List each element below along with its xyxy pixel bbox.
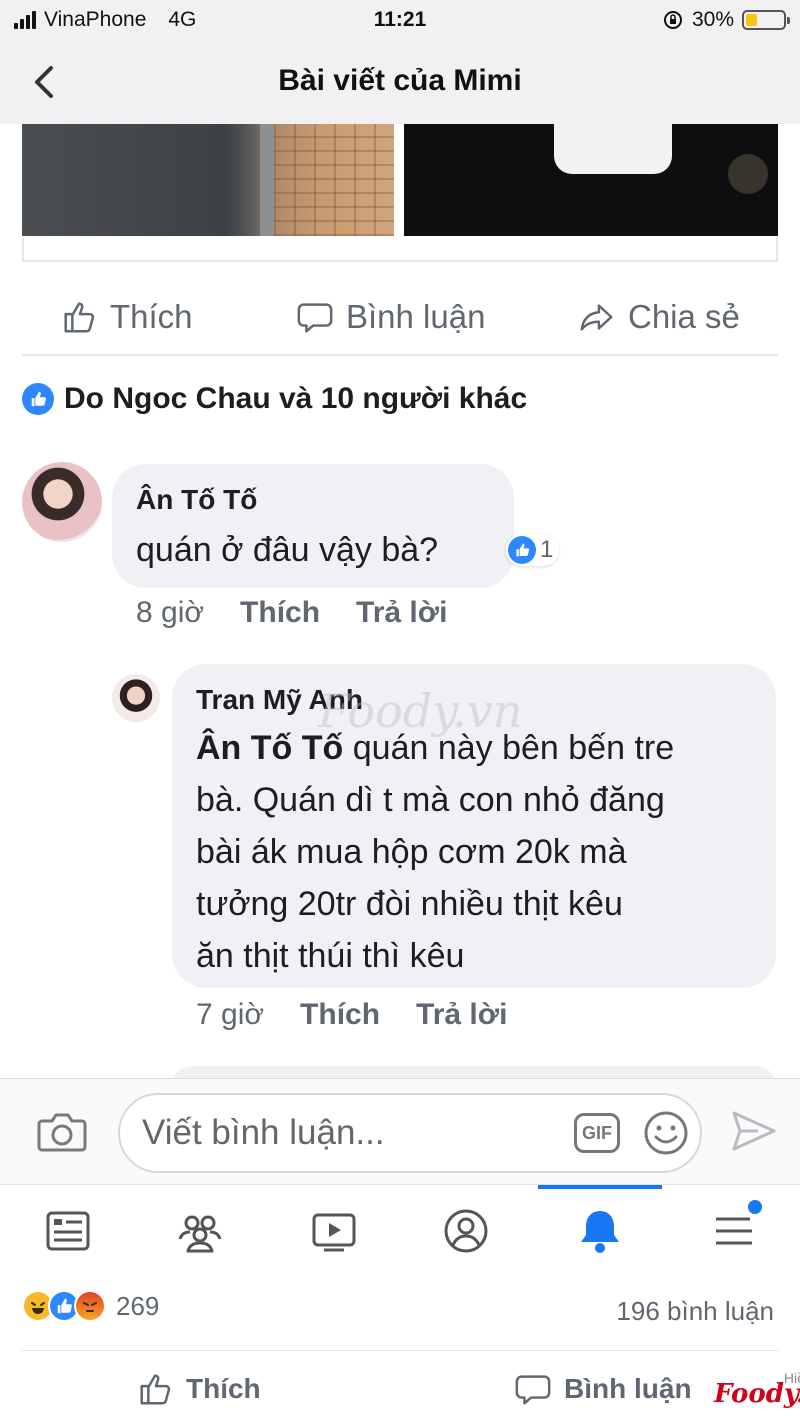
watermark: Foody.vn [318, 684, 523, 738]
tab-watch[interactable] [302, 1199, 366, 1263]
bottom-comment-label: Bình luận [564, 1373, 692, 1404]
bottom-tab-bar [0, 1184, 800, 1276]
post-photo-road[interactable] [22, 124, 394, 236]
post-photo-dark[interactable] [404, 124, 778, 236]
likes-summary[interactable]: Do Ngoc Chau và 10 người khác [22, 382, 527, 416]
reply-time: 7 giờ [196, 998, 265, 1031]
reply-like-button[interactable]: Thích [300, 998, 380, 1032]
comment-input-placeholder: Viết bình luận... [142, 1113, 385, 1152]
reply-text: Ân Tố Tố quán này bên bến tre bà. Quán d… [196, 722, 766, 982]
like-button[interactable]: Thích [60, 298, 193, 336]
comment-like-button[interactable]: Thích [240, 596, 320, 630]
comment-label: Bình luận [346, 298, 486, 335]
gif-button[interactable]: GIF [574, 1113, 620, 1153]
news-feed-icon [46, 1211, 90, 1251]
camera-icon[interactable] [36, 1107, 88, 1155]
reply-line-3: bài ák mua hộp cơm 20k mà [196, 833, 627, 871]
navigation-header: Bài viết của Mimi [0, 40, 800, 124]
page-title: Bài viết của Mimi [278, 64, 522, 97]
comment-reply-button[interactable]: Trả lời [356, 596, 447, 630]
comments-count[interactable]: 196 bình luận [616, 1296, 774, 1327]
like-reaction-icon [508, 536, 536, 564]
reaction-count-number: 1 [540, 536, 554, 563]
battery-percent: 30% [691, 8, 734, 31]
foody-logo: Foody.vn [714, 1379, 800, 1409]
thumbs-up-icon [64, 302, 95, 333]
bottom-comment-button[interactable]: Bình luận [514, 1370, 692, 1408]
reactions-summary[interactable]: 269 [22, 1290, 159, 1322]
avatar[interactable] [112, 674, 160, 722]
comment-button[interactable]: Bình luận [296, 298, 485, 336]
reply-line-5: ăn thịt thúi thì kêu [196, 937, 465, 975]
post-action-bar: Thích Bình luận Chia sẻ [22, 282, 778, 356]
share-arrow-icon [580, 304, 613, 331]
share-label: Chia sẻ [628, 298, 740, 335]
avatar[interactable] [22, 462, 102, 542]
emoji-icon[interactable] [642, 1109, 690, 1157]
like-reaction-icon [22, 383, 54, 415]
active-tab-indicator [538, 1185, 662, 1189]
groups-icon [178, 1215, 222, 1253]
send-icon[interactable] [730, 1109, 778, 1153]
tab-notifications[interactable] [568, 1199, 632, 1263]
post-card-border [22, 238, 778, 262]
reaction-total: 269 [116, 1290, 160, 1321]
comment-input[interactable]: Viết bình luận... GIF [118, 1093, 702, 1173]
profile-icon [444, 1209, 488, 1253]
bottom-like-label: Thích [186, 1373, 261, 1404]
comment-bubble-icon [515, 1375, 551, 1405]
tab-profile[interactable] [434, 1199, 498, 1263]
likes-summary-text: Do Ngoc Chau và 10 người khác [64, 382, 528, 415]
comment-composer: Viết bình luận... GIF [0, 1078, 800, 1184]
divider [22, 1350, 778, 1351]
status-bar: VinaPhone 4G 11:21 30% [0, 0, 800, 40]
comment-author[interactable]: Ân Tố Tố [136, 484, 257, 516]
tab-groups[interactable] [168, 1199, 232, 1263]
rotation-lock-icon [663, 11, 682, 29]
photo-credit: Hiền Mai Foody.vn [714, 1370, 800, 1409]
comment-bubble-icon [297, 303, 333, 333]
reply-line-2: bà. Quán dì t mà con nhỏ đăng [196, 781, 665, 819]
comment-bubble: Ân Tố Tố quán ở đâu vậy bà? [112, 464, 514, 588]
tab-news-feed[interactable] [36, 1199, 100, 1263]
post-photos [22, 124, 778, 238]
reply-meta: 7 giờ Thích Trả lời [196, 998, 507, 1032]
watch-icon [312, 1213, 356, 1252]
angry-reaction-icon [74, 1290, 106, 1322]
like-label: Thích [110, 298, 193, 335]
menu-notification-dot [748, 1200, 762, 1214]
thumbs-up-icon [140, 1374, 171, 1405]
notifications-icon [581, 1211, 619, 1253]
comment-meta: 8 giờ Thích Trả lời [136, 596, 447, 630]
bottom-like-button[interactable]: Thích [136, 1370, 261, 1408]
reply-reply-button[interactable]: Trả lời [416, 998, 507, 1032]
reply-line-4: tưởng 20tr đòi nhiều thịt kêu [196, 885, 623, 923]
comment-text: quán ở đâu vậy bà? [136, 531, 439, 569]
share-button[interactable]: Chia sẻ [578, 298, 740, 336]
comment-reaction-count[interactable]: 1 [506, 534, 560, 566]
battery-icon [742, 10, 790, 30]
status-right: 30% [662, 8, 790, 32]
comment-time: 8 giờ [136, 596, 205, 629]
